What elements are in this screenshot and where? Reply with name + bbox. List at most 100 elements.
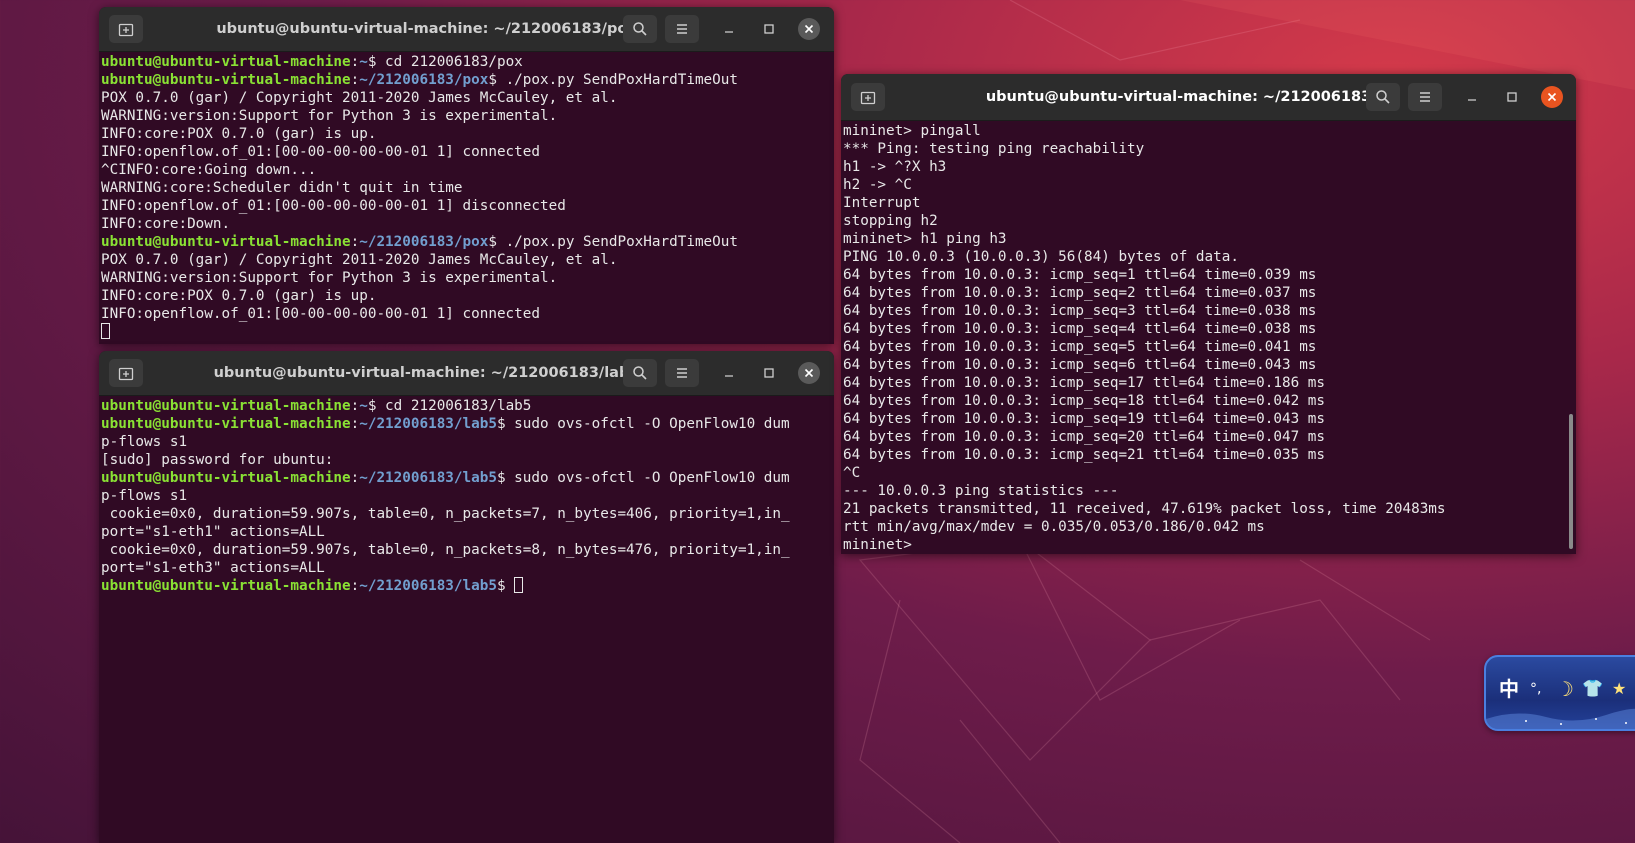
- maximize-button[interactable]: [1501, 86, 1523, 108]
- output-text: WARNING:version:Support for Python 3 is …: [101, 108, 558, 124]
- terminal-line: ubuntu@ubuntu-virtual-machine:~$ cd 2120…: [101, 53, 822, 71]
- terminal-line: ubuntu@ubuntu-virtual-machine:~/21200618…: [101, 71, 822, 89]
- menu-button[interactable]: [665, 15, 699, 43]
- terminal-line: p-flows s1: [101, 433, 822, 451]
- scrollbar[interactable]: [1569, 414, 1573, 549]
- ime-skin-decoration: [1486, 708, 1635, 729]
- terminal-line: 64 bytes from 10.0.0.3: icmp_seq=3 ttl=6…: [843, 303, 1317, 319]
- ime-toolbar[interactable]: 中 °, ☽ 👕 ★: [1484, 655, 1635, 731]
- terminal-line: [sudo] password for ubuntu:: [101, 451, 822, 469]
- output-text: POX 0.7.0 (gar) / Copyright 2011-2020 Ja…: [101, 90, 618, 106]
- close-button[interactable]: [798, 362, 820, 384]
- prompt-separator: :: [350, 72, 360, 88]
- prompt-path: ~: [359, 398, 368, 414]
- maximize-icon: [764, 368, 774, 378]
- prompt-path: ~/212006183/lab5: [359, 470, 497, 486]
- titlebar[interactable]: ubuntu@ubuntu-virtual-machine: ~/2120061…: [841, 74, 1576, 121]
- search-button[interactable]: [1366, 83, 1400, 111]
- close-button[interactable]: [1541, 86, 1563, 108]
- minimize-icon: [1468, 99, 1476, 101]
- command-text: $ ./pox.py SendPoxHardTimeOut: [488, 234, 738, 250]
- output-text: p-flows s1: [101, 488, 188, 504]
- terminal-cursor-line: [101, 323, 822, 341]
- minimize-button[interactable]: [1461, 86, 1483, 108]
- output-text: ^CINFO:core:Going down...: [101, 162, 317, 178]
- output-text: WARNING:version:Support for Python 3 is …: [101, 270, 558, 286]
- text-cursor: [514, 577, 524, 593]
- output-text: INFO:openflow.of_01:[00-00-00-00-00-01 1…: [101, 198, 566, 214]
- output-text: port="s1-eth1" actions=ALL: [101, 524, 325, 540]
- close-icon: [804, 368, 814, 378]
- menu-button[interactable]: [1408, 83, 1442, 111]
- search-button[interactable]: [623, 359, 657, 387]
- prompt-separator: :: [350, 234, 360, 250]
- terminal-line: 64 bytes from 10.0.0.3: icmp_seq=20 ttl=…: [843, 429, 1326, 445]
- hamburger-menu-icon: [677, 24, 687, 34]
- terminal-output[interactable]: ubuntu@ubuntu-virtual-machine:~$ cd 2120…: [99, 51, 824, 344]
- close-button[interactable]: [798, 18, 820, 40]
- prompt-user: ubuntu@ubuntu-virtual-machine: [101, 470, 351, 486]
- terminal-line: *** Ping: testing ping reachability: [843, 141, 1145, 157]
- terminal-line: ubuntu@ubuntu-virtual-machine:~/21200618…: [101, 469, 822, 487]
- terminal-line: INFO:openflow.of_01:[00-00-00-00-00-01 1…: [101, 197, 822, 215]
- prompt-separator: :: [350, 578, 360, 594]
- search-icon: [633, 366, 647, 380]
- window-title: ubuntu@ubuntu-virtual-machine: ~/2120061…: [213, 365, 640, 381]
- terminal-line: INFO:openflow.of_01:[00-00-00-00-00-01 1…: [101, 143, 822, 161]
- prompt-user: ubuntu@ubuntu-virtual-machine: [101, 54, 351, 70]
- prompt-path: ~/212006183/lab5: [359, 416, 497, 432]
- new-tab-icon: [118, 367, 134, 381]
- minimize-icon: [725, 375, 733, 377]
- command-text: $ ./pox.py SendPoxHardTimeOut: [488, 72, 738, 88]
- prompt-user: ubuntu@ubuntu-virtual-machine: [101, 578, 351, 594]
- terminal-line: PING 10.0.0.3 (10.0.0.3) 56(84) bytes of…: [843, 249, 1239, 265]
- prompt-path: ~/212006183/pox: [359, 234, 489, 250]
- terminal-line: INFO:core:Down.: [101, 215, 822, 233]
- search-icon: [1376, 90, 1390, 104]
- terminal-window-lab5[interactable]: ubuntu@ubuntu-virtual-machine: ~/2120061…: [99, 351, 834, 843]
- output-text: p-flows s1: [101, 434, 188, 450]
- terminal-line: mininet> h1 ping h3: [843, 231, 1007, 247]
- terminal-window-pox[interactable]: ubuntu@ubuntu-virtual-machine: ~/2120061…: [99, 7, 834, 344]
- maximize-button[interactable]: [758, 18, 780, 40]
- terminal-line: ubuntu@ubuntu-virtual-machine:~/21200618…: [101, 415, 822, 433]
- output-text: INFO:openflow.of_01:[00-00-00-00-00-01 1…: [101, 306, 540, 322]
- prompt-separator: :: [350, 398, 360, 414]
- output-text: INFO:core:Down.: [101, 216, 231, 232]
- new-tab-button[interactable]: [109, 359, 143, 387]
- minimize-button[interactable]: [718, 18, 740, 40]
- new-tab-button[interactable]: [851, 83, 885, 111]
- maximize-button[interactable]: [758, 362, 780, 384]
- command-text: $ cd 212006183/pox: [367, 54, 523, 70]
- command-text: $ sudo ovs-ofctl -O OpenFlow10 dum: [496, 416, 790, 432]
- search-button[interactable]: [623, 15, 657, 43]
- terminal-line: ubuntu@ubuntu-virtual-machine:~$ cd 2120…: [101, 397, 822, 415]
- menu-button[interactable]: [665, 359, 699, 387]
- titlebar[interactable]: ubuntu@ubuntu-virtual-machine: ~/2120061…: [99, 7, 834, 52]
- output-text: cookie=0x0, duration=59.907s, table=0, n…: [101, 506, 790, 522]
- terminal-line: 64 bytes from 10.0.0.3: icmp_seq=19 ttl=…: [843, 411, 1326, 427]
- terminal-line: cookie=0x0, duration=59.907s, table=0, n…: [101, 541, 822, 559]
- output-text: INFO:core:POX 0.7.0 (gar) is up.: [101, 288, 377, 304]
- minimize-button[interactable]: [718, 362, 740, 384]
- output-text: POX 0.7.0 (gar) / Copyright 2011-2020 Ja…: [101, 252, 618, 268]
- terminal-output[interactable]: mininet> pingall *** Ping: testing ping r…: [841, 120, 1566, 554]
- prompt-separator: :: [350, 416, 360, 432]
- terminal-line: 64 bytes from 10.0.0.3: icmp_seq=1 ttl=6…: [843, 267, 1317, 283]
- window-title: ubuntu@ubuntu-virtual-machine: ~/2120061…: [216, 21, 637, 37]
- output-text: INFO:openflow.of_01:[00-00-00-00-00-01 1…: [101, 144, 540, 160]
- terminal-output[interactable]: ubuntu@ubuntu-virtual-machine:~$ cd 2120…: [99, 395, 824, 843]
- output-text: INFO:core:POX 0.7.0 (gar) is up.: [101, 126, 377, 142]
- terminal-line: 64 bytes from 10.0.0.3: icmp_seq=6 ttl=6…: [843, 357, 1317, 373]
- command-text: $: [496, 578, 515, 594]
- new-tab-button[interactable]: [109, 15, 143, 43]
- maximize-icon: [764, 24, 774, 34]
- terminal-line: mininet>: [843, 537, 921, 553]
- titlebar[interactable]: ubuntu@ubuntu-virtual-machine: ~/2120061…: [99, 351, 834, 396]
- terminal-window-mininet[interactable]: ubuntu@ubuntu-virtual-machine: ~/2120061…: [841, 74, 1576, 554]
- prompt-user: ubuntu@ubuntu-virtual-machine: [101, 416, 351, 432]
- terminal-line: 21 packets transmitted, 11 received, 47.…: [843, 501, 1446, 517]
- terminal-line: 64 bytes from 10.0.0.3: icmp_seq=17 ttl=…: [843, 375, 1326, 391]
- terminal-line: ubuntu@ubuntu-virtual-machine:~/21200618…: [101, 233, 822, 251]
- terminal-line: WARNING:version:Support for Python 3 is …: [101, 107, 822, 125]
